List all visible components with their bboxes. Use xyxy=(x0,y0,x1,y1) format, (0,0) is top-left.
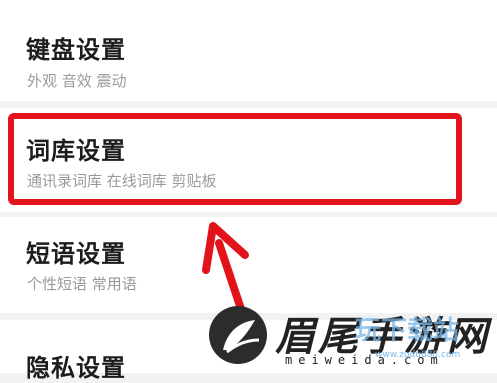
settings-item-dictionary[interactable]: 词库设置 通讯录词库 在线词库 剪贴板 xyxy=(0,108,497,212)
settings-item-keyboard[interactable]: 键盘设置 外观 音效 震动 xyxy=(0,0,497,101)
settings-item-title: 短语设置 xyxy=(26,240,126,268)
settings-item-title: 隐私设置 xyxy=(26,354,126,382)
settings-item-privacy[interactable]: 隐私设置 xyxy=(0,320,497,382)
settings-item-subtitle: 通讯录词库 在线词库 剪贴板 xyxy=(27,172,217,190)
settings-item-subtitle: 个性短语 常用语 xyxy=(27,275,137,293)
settings-item-title: 键盘设置 xyxy=(26,36,126,64)
settings-item-title: 词库设置 xyxy=(26,137,126,165)
settings-item-phrase[interactable]: 短语设置 个性短语 常用语 xyxy=(0,217,497,313)
settings-item-subtitle: 外观 音效 震动 xyxy=(27,72,127,90)
